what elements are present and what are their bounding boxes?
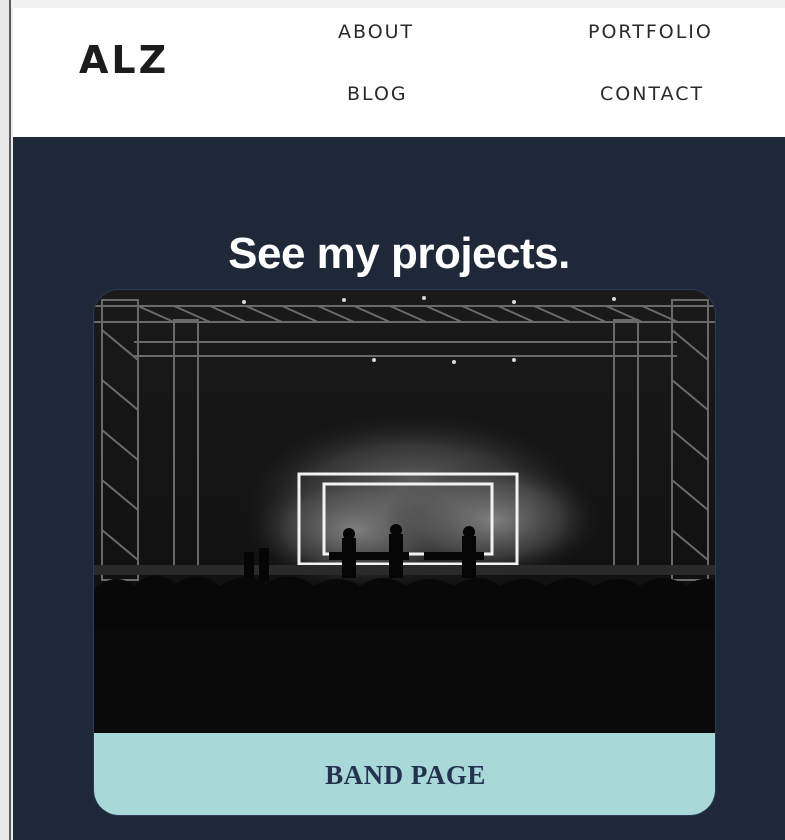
site-logo[interactable]: ALZ xyxy=(79,38,169,82)
nav-link-blog[interactable]: BLOG xyxy=(347,83,408,105)
card-footer[interactable]: BAND PAGE xyxy=(94,733,715,815)
project-card-band-page[interactable]: BAND PAGE xyxy=(93,289,716,816)
band-page-link[interactable]: BAND PAGE xyxy=(325,760,486,791)
concert-stage-image xyxy=(94,290,715,733)
nav-link-about[interactable]: ABOUT xyxy=(338,21,414,43)
top-strip xyxy=(11,0,785,8)
navbar: ALZ ABOUT PORTFOLIO BLOG CONTACT xyxy=(13,8,785,137)
browser-viewport: ALZ ABOUT PORTFOLIO BLOG CONTACT See my … xyxy=(0,0,785,840)
section-heading: See my projects. xyxy=(228,228,570,278)
nav-link-contact[interactable]: CONTACT xyxy=(600,83,704,105)
window-edge xyxy=(0,0,11,840)
nav-link-portfolio[interactable]: PORTFOLIO xyxy=(588,21,713,43)
projects-section: See my projects. BAND PAGE xyxy=(13,137,785,840)
